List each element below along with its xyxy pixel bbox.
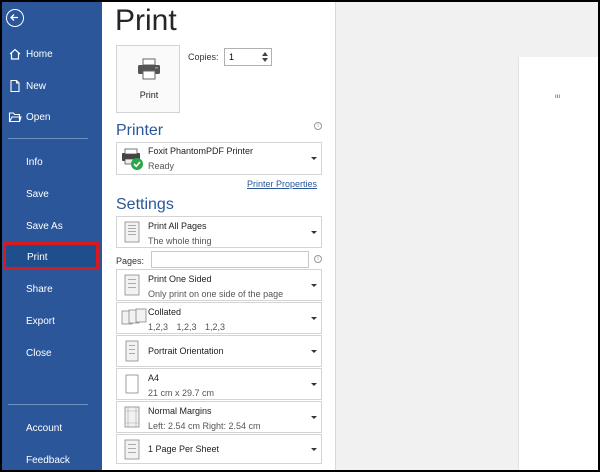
printer-ready-icon — [122, 148, 143, 170]
sidebar-item-label: Open — [26, 112, 51, 123]
sidebar-divider — [8, 138, 88, 139]
printer-properties-link[interactable]: Printer Properties — [247, 179, 317, 189]
pages-per-sheet-dropdown[interactable]: 1 Page Per Sheet — [116, 434, 322, 464]
page-title: Print — [115, 4, 177, 37]
print-button-label: Print — [139, 90, 159, 100]
sidebar-item-open[interactable]: Open — [2, 102, 102, 132]
chevron-down-icon — [311, 350, 317, 353]
preview-page: ııı — [518, 57, 598, 470]
printer-name: Foxit PhantomPDF Printer — [148, 146, 254, 156]
sidebar-item-label: Info — [26, 157, 43, 168]
decrement-icon[interactable] — [262, 58, 268, 62]
sidebar-item-label: Share — [26, 284, 53, 295]
sidebar-divider — [8, 404, 88, 405]
setting-primary: Print One Sided — [148, 274, 212, 284]
setting-primary: Collated — [148, 307, 182, 317]
printer-heading: Printer — [116, 122, 164, 139]
sidebar-item-label: Export — [26, 316, 55, 327]
portrait-icon — [125, 340, 139, 362]
setting-primary: A4 — [148, 373, 160, 383]
backstage-view: Home New Open Info Save Save As Print Sh… — [2, 2, 598, 470]
backstage-sidebar: Home New Open Info Save Save As Print Sh… — [2, 2, 102, 470]
preview-page-mark: ııı — [555, 94, 561, 100]
paper-size-dropdown[interactable]: A4 21 cm x 29.7 cm — [116, 368, 322, 400]
sidebar-item-close[interactable]: Close — [2, 338, 102, 368]
chevron-down-icon — [311, 448, 317, 451]
sidebar-item-label: Home — [26, 49, 53, 60]
setting-primary: Portrait Orientation — [148, 346, 224, 356]
sidebar-item-home[interactable]: Home — [2, 39, 102, 69]
one-sided-icon — [124, 274, 140, 296]
info-icon[interactable]: i — [314, 255, 322, 263]
setting-secondary: 21 cm x 29.7 cm — [148, 388, 215, 398]
printer-status: Ready — [148, 161, 175, 171]
sidebar-item-label: Account — [26, 423, 63, 434]
sidebar-item-label: New — [26, 81, 47, 92]
collated-icon — [121, 308, 147, 325]
chevron-down-icon — [311, 317, 317, 320]
pages-icon — [124, 221, 140, 243]
orientation-dropdown[interactable]: Portrait Orientation — [116, 335, 322, 367]
print-range-dropdown[interactable]: Print All Pages The whole thing — [116, 216, 322, 248]
copies-stepper[interactable]: 1 — [224, 48, 272, 66]
sidebar-item-account[interactable]: Account — [2, 413, 102, 443]
setting-primary: Print All Pages — [148, 221, 207, 231]
print-panel: Print Print Copies: 1 Printer i Foxit Ph… — [102, 2, 598, 470]
sidebar-item-print[interactable]: Print — [3, 242, 99, 270]
sidebar-item-label: Save As — [26, 221, 63, 232]
sidebar-item-info[interactable]: Info — [2, 147, 102, 177]
printer-dropdown[interactable]: Foxit PhantomPDF Printer Ready — [116, 142, 322, 175]
back-button[interactable] — [6, 9, 24, 27]
sidebar-item-feedback[interactable]: Feedback — [2, 445, 102, 470]
paper-size-icon — [125, 374, 139, 394]
chevron-down-icon — [311, 416, 317, 419]
collation-dropdown[interactable]: Collated 1,2,3 1,2,3 1,2,3 — [116, 302, 322, 334]
print-button[interactable]: Print — [116, 45, 180, 113]
setting-secondary: 1,2,3 1,2,3 1,2,3 — [148, 322, 226, 332]
sidebar-item-save[interactable]: Save — [2, 179, 102, 209]
chevron-down-icon — [311, 157, 317, 160]
home-icon — [9, 48, 21, 60]
chevron-down-icon — [311, 383, 317, 386]
copies-label: Copies: — [188, 52, 219, 62]
sidebar-item-export[interactable]: Export — [2, 306, 102, 336]
sidebar-item-label: Feedback — [26, 455, 70, 466]
printer-icon — [138, 58, 160, 80]
margins-icon — [124, 406, 140, 428]
settings-heading: Settings — [116, 196, 174, 213]
setting-primary: 1 Page Per Sheet — [148, 444, 220, 454]
setting-secondary: Only print on one side of the page — [148, 289, 284, 299]
new-document-icon — [10, 79, 20, 93]
increment-icon[interactable] — [262, 52, 268, 56]
open-folder-icon — [8, 112, 22, 123]
sidebar-item-new[interactable]: New — [2, 71, 102, 101]
chevron-down-icon — [311, 231, 317, 234]
copies-value: 1 — [229, 52, 235, 62]
pages-label: Pages: — [116, 256, 145, 266]
preview-divider — [335, 2, 336, 470]
sidebar-item-save-as[interactable]: Save As — [2, 211, 102, 241]
setting-secondary: The whole thing — [148, 236, 212, 246]
page-per-sheet-icon — [124, 439, 140, 460]
back-arrow-icon — [10, 14, 18, 21]
sidebar-item-label: Close — [26, 348, 52, 359]
info-icon[interactable]: i — [314, 122, 322, 130]
sides-dropdown[interactable]: Print One Sided Only print on one side o… — [116, 269, 322, 301]
margins-dropdown[interactable]: Normal Margins Left: 2.54 cm Right: 2.54… — [116, 401, 322, 433]
sidebar-item-share[interactable]: Share — [2, 274, 102, 304]
pages-input[interactable] — [151, 251, 309, 268]
sidebar-item-label: Print — [27, 252, 48, 263]
sidebar-item-label: Save — [26, 189, 49, 200]
setting-secondary: Left: 2.54 cm Right: 2.54 cm — [148, 421, 261, 431]
setting-primary: Normal Margins — [148, 406, 212, 416]
chevron-down-icon — [311, 284, 317, 287]
